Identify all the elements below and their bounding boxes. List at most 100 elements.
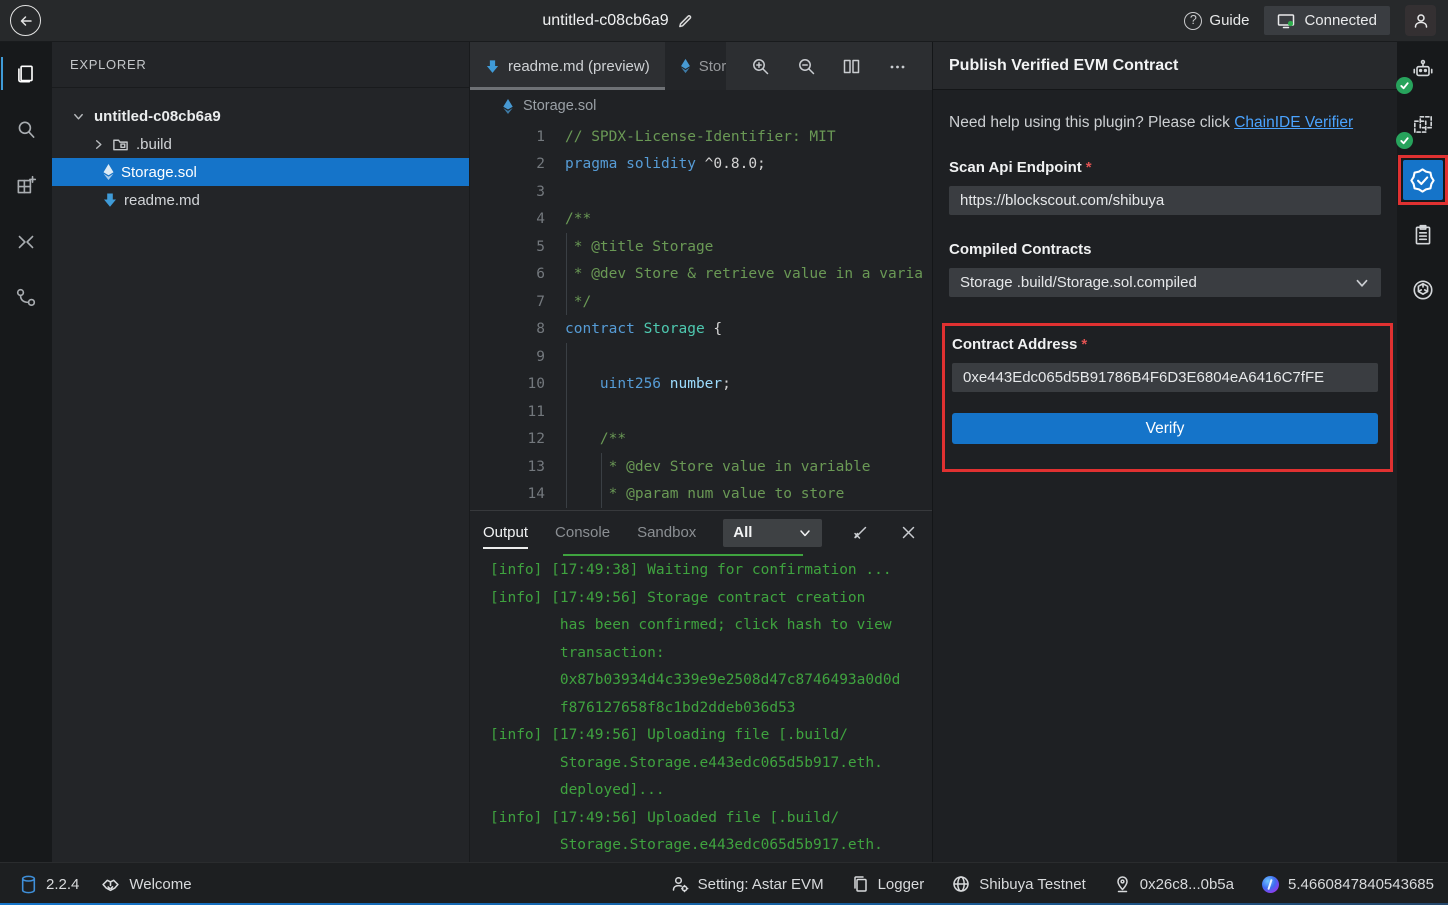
extensions-icon	[14, 174, 38, 198]
edit-pencil-icon[interactable]	[678, 13, 694, 29]
verify-button[interactable]: Verify	[952, 413, 1378, 444]
tree-item-readme-md[interactable]: readme.md	[52, 186, 469, 214]
plugin-panel-body: Need help using this plugin? Please clic…	[933, 90, 1397, 472]
deploy-activity-button[interactable]	[1, 274, 51, 321]
log-line: [info] [17:49:38] Waiting for confirmati…	[490, 557, 932, 585]
code-line: 13 * @dev Store value in variable	[470, 453, 932, 481]
search-activity-button[interactable]	[1, 106, 51, 153]
log-line: f876127658f8c1bd2ddeb036d53	[490, 695, 932, 723]
chevron-down-icon	[1354, 275, 1370, 291]
folder-icon	[112, 136, 129, 153]
required-marker: *	[1086, 159, 1092, 176]
balance-item[interactable]: 5.4660847840543685	[1262, 876, 1434, 893]
explorer-panel: EXPLORER untitled-c08cb6a9 .build Storag…	[52, 42, 470, 862]
zoom-in-icon	[751, 57, 770, 76]
compiled-contracts-label: Compiled Contracts	[949, 241, 1381, 258]
chatgpt-plugin-button[interactable]	[1403, 270, 1443, 310]
guide-button[interactable]: ? Guide	[1184, 12, 1249, 30]
verifier-plugin-button[interactable]	[1403, 160, 1443, 200]
file-label: .build	[136, 136, 172, 153]
contract-address-label: Contract Address*	[952, 336, 1378, 353]
chevron-right-icon	[92, 138, 105, 151]
connected-label: Connected	[1304, 12, 1377, 29]
balance-label: 5.4660847840543685	[1288, 876, 1434, 893]
extensions-activity-button[interactable]	[1, 162, 51, 209]
copy-pages-icon	[852, 875, 869, 893]
collapse-activity-button[interactable]	[1, 218, 51, 265]
log-line: transaction:	[490, 640, 932, 668]
scan-api-endpoint-field: Scan Api Endpoint*	[949, 159, 1381, 215]
contract-address-highlight: Contract Address* Verify	[942, 323, 1393, 472]
tree-item-storage-sol[interactable]: Storage.sol	[52, 158, 469, 186]
indent-guide	[566, 343, 567, 508]
wallet-address-item[interactable]: 0x26c8...0b5a	[1114, 875, 1234, 893]
contract-address-input[interactable]	[952, 363, 1378, 392]
output-log[interactable]: [info] [17:49:38] Waiting for confirmati…	[470, 554, 932, 862]
log-line: [info] [17:49:56] Storage contract creat…	[490, 585, 932, 613]
log-filter-select[interactable]: All	[723, 519, 822, 547]
version-item[interactable]: 2.2.4	[20, 875, 79, 894]
ethereum-icon	[680, 58, 691, 74]
ethereum-icon	[102, 163, 115, 181]
zoom-in-button[interactable]	[749, 55, 772, 78]
clipboard-icon	[1411, 223, 1435, 247]
breadcrumb[interactable]: Storage.sol	[470, 90, 932, 122]
network-label: Shibuya Testnet	[979, 876, 1085, 893]
sandbox-plugin-button[interactable]	[1403, 105, 1443, 145]
log-line: Storage.Storage.e443edc065d5b917.eth.	[490, 750, 932, 778]
chevron-down-icon	[72, 110, 85, 123]
file-tree: untitled-c08cb6a9 .build Storage.sol rea…	[52, 88, 469, 214]
clear-output-button[interactable]	[849, 522, 871, 544]
code-line: 7 */	[470, 288, 932, 316]
tab-output[interactable]: Output	[483, 511, 528, 554]
tree-root-folder[interactable]: untitled-c08cb6a9	[52, 102, 469, 130]
statusbar-left: 2.2.4 Welcome	[20, 875, 192, 894]
code-line: 6 * @dev Store & retrieve value in a var…	[470, 261, 932, 289]
breadcrumb-file: Storage.sol	[523, 98, 596, 114]
more-actions-button[interactable]	[886, 55, 909, 78]
scan-api-endpoint-input[interactable]	[949, 186, 1381, 215]
verifier-plugin-panel: Publish Verified EVM Contract Need help …	[932, 42, 1397, 862]
scan-api-endpoint-label: Scan Api Endpoint*	[949, 159, 1381, 176]
code-line: 4/**	[470, 206, 932, 234]
network-item[interactable]: Shibuya Testnet	[952, 875, 1085, 893]
tab-storage-sol[interactable]: Stor	[665, 42, 727, 90]
chainide-verifier-link[interactable]: ChainIDE Verifier	[1234, 114, 1353, 131]
monitor-connected-icon	[1277, 13, 1295, 29]
zoom-out-button[interactable]	[795, 55, 818, 78]
connected-button[interactable]: Connected	[1264, 6, 1390, 35]
code-editor[interactable]: 1// SPDX-License-Identifier: MIT2pragma …	[470, 122, 932, 510]
tab-console[interactable]: Console	[555, 511, 610, 554]
ai-assistant-plugin-button[interactable]	[1403, 50, 1443, 90]
compiled-contracts-select[interactable]: Storage .build/Storage.sol.compiled	[949, 268, 1381, 297]
success-check-badge	[1396, 132, 1413, 149]
plugin-panel-title: Publish Verified EVM Contract	[933, 42, 1397, 90]
clipboard-plugin-button[interactable]	[1403, 215, 1443, 255]
code-line: 3	[470, 178, 932, 206]
indent-guide	[601, 453, 602, 508]
tree-item-build[interactable]: .build	[52, 130, 469, 158]
file-label: Storage.sol	[121, 164, 197, 181]
log-line: 0x87b03934d4c339e9e2508d47c8746493a0d0d	[490, 667, 932, 695]
code-line: 11	[470, 398, 932, 426]
split-editor-icon	[842, 57, 861, 76]
markdown-icon	[102, 192, 118, 208]
tab-sandbox[interactable]: Sandbox	[637, 511, 696, 554]
explorer-activity-button[interactable]	[1, 50, 51, 97]
welcome-item[interactable]: Welcome	[101, 876, 191, 893]
openai-icon	[1411, 278, 1435, 302]
titlebar: untitled-c08cb6a9 ? Guide Connected	[0, 0, 1448, 42]
logger-item[interactable]: Logger	[852, 875, 925, 893]
split-editor-button[interactable]	[840, 55, 863, 78]
indent-guide	[566, 233, 567, 315]
setting-label: Setting: Astar EVM	[698, 876, 824, 893]
setting-item[interactable]: Setting: Astar EVM	[671, 875, 824, 893]
back-button[interactable]	[10, 5, 41, 36]
compiled-contracts-field: Compiled Contracts Storage .build/Storag…	[949, 241, 1381, 297]
close-panel-button[interactable]	[898, 522, 919, 543]
user-avatar-button[interactable]	[1405, 5, 1436, 36]
log-lines: [info] [17:49:38] Waiting for confirmati…	[490, 557, 932, 860]
code-line: 1// SPDX-License-Identifier: MIT	[470, 123, 932, 151]
log-line: deployed]...	[490, 777, 932, 805]
tab-readme-preview[interactable]: readme.md (preview)	[470, 42, 665, 90]
